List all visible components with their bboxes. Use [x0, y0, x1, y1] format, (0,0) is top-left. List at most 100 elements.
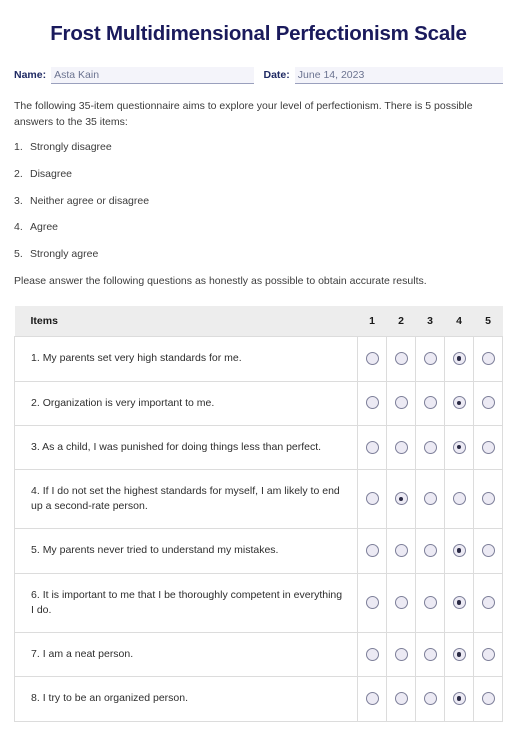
radio-cell-5[interactable] — [473, 424, 503, 470]
radio-cell-5[interactable] — [473, 380, 503, 426]
radio-cell-1[interactable] — [357, 424, 387, 470]
radio-button-2[interactable] — [394, 544, 408, 558]
radio-cell-2[interactable] — [386, 676, 416, 722]
radio-cell-5[interactable] — [473, 676, 503, 722]
radio-cell-4[interactable] — [444, 380, 474, 426]
radio-button-4[interactable] — [452, 352, 466, 366]
radio-button-3[interactable] — [423, 352, 437, 366]
radio-button-5[interactable] — [481, 692, 495, 706]
item-number: 1. — [31, 352, 43, 365]
radio-button-1[interactable] — [365, 396, 379, 410]
radio-cell-2[interactable] — [386, 468, 416, 530]
radio-button-2[interactable] — [394, 492, 408, 506]
radio-button-2[interactable] — [394, 352, 408, 366]
radio-cell-1[interactable] — [357, 632, 387, 678]
radio-cell-3[interactable] — [415, 336, 445, 382]
radio-button-4[interactable] — [452, 544, 466, 558]
radio-cell-2[interactable] — [386, 632, 416, 678]
radio-cell-4[interactable] — [444, 676, 474, 722]
radio-button-2[interactable] — [394, 596, 408, 610]
item-text-cell: 5. My parents never tried to understand … — [14, 528, 358, 574]
item-text-cell: 7. I am a neat person. — [14, 632, 358, 678]
radio-cell-1[interactable] — [357, 572, 387, 634]
radio-cell-1[interactable] — [357, 380, 387, 426]
radio-button-1[interactable] — [365, 440, 379, 454]
answer-option: 1. Strongly disagree — [14, 140, 503, 155]
radio-button-1[interactable] — [365, 352, 379, 366]
radio-button-2[interactable] — [394, 440, 408, 454]
scale-table: Items 1 2 3 4 5 1. My parents set very h… — [14, 306, 503, 722]
radio-button-3[interactable] — [423, 596, 437, 610]
radio-cell-4[interactable] — [444, 572, 474, 634]
radio-button-4[interactable] — [452, 440, 466, 454]
radio-button-5[interactable] — [481, 352, 495, 366]
scale-table-header: Items 1 2 3 4 5 — [14, 306, 503, 337]
radio-button-1[interactable] — [365, 647, 379, 661]
closing-instruction: Please answer the following questions as… — [14, 274, 427, 287]
radio-button-1[interactable] — [365, 492, 379, 506]
table-row: 5. My parents never tried to understand … — [14, 528, 503, 574]
radio-cell-5[interactable] — [473, 336, 503, 382]
radio-button-2[interactable] — [394, 396, 408, 410]
radio-button-4[interactable] — [452, 692, 466, 706]
item-text-cell: 8. I try to be an organized person. — [14, 676, 358, 722]
radio-cell-2[interactable] — [386, 336, 416, 382]
radio-cell-4[interactable] — [444, 336, 474, 382]
radio-cell-2[interactable] — [386, 572, 416, 634]
radio-button-3[interactable] — [423, 492, 437, 506]
radio-button-3[interactable] — [423, 692, 437, 706]
radio-button-2[interactable] — [394, 647, 408, 661]
radio-button-4[interactable] — [452, 647, 466, 661]
radio-cell-2[interactable] — [386, 424, 416, 470]
radio-cell-3[interactable] — [415, 572, 445, 634]
radio-cell-2[interactable] — [386, 528, 416, 574]
item-label: My parents set very high standards for m… — [42, 352, 242, 365]
item-number: 4. — [31, 484, 43, 497]
radio-button-3[interactable] — [423, 647, 437, 661]
radio-cell-1[interactable] — [357, 676, 387, 722]
radio-button-5[interactable] — [481, 396, 495, 410]
item-label: If I do not set the highest standards fo… — [31, 484, 340, 513]
radio-button-4[interactable] — [452, 396, 466, 410]
radio-button-1[interactable] — [365, 692, 379, 706]
radio-cell-3[interactable] — [415, 380, 445, 426]
date-input[interactable]: June 14, 2023 — [294, 66, 503, 84]
name-input[interactable]: Asta Kain — [51, 66, 254, 84]
item-label: I am a neat person. — [42, 648, 134, 661]
answer-option-label: Agree — [30, 221, 59, 234]
radio-cell-5[interactable] — [473, 468, 503, 530]
item-label: It is important to me that I be thorough… — [31, 588, 343, 616]
radio-button-3[interactable] — [423, 440, 437, 454]
radio-button-1[interactable] — [365, 596, 379, 610]
radio-cell-4[interactable] — [444, 468, 474, 530]
radio-cell-4[interactable] — [444, 528, 474, 574]
radio-button-3[interactable] — [423, 396, 437, 410]
radio-button-5[interactable] — [481, 440, 495, 454]
date-label: Date: — [263, 68, 290, 81]
radio-button-2[interactable] — [394, 692, 408, 706]
radio-cell-2[interactable] — [386, 380, 416, 426]
radio-button-5[interactable] — [481, 596, 495, 610]
radio-cell-3[interactable] — [415, 528, 445, 574]
radio-button-3[interactable] — [423, 544, 437, 558]
radio-cell-4[interactable] — [444, 632, 474, 678]
radio-button-5[interactable] — [481, 544, 495, 558]
radio-cell-5[interactable] — [473, 572, 503, 634]
radio-button-5[interactable] — [481, 492, 495, 506]
radio-cell-5[interactable] — [473, 528, 503, 574]
items-column-header: Items — [14, 306, 358, 337]
radio-cell-3[interactable] — [415, 676, 445, 722]
radio-cell-1[interactable] — [357, 468, 387, 530]
radio-cell-5[interactable] — [473, 632, 503, 678]
radio-cell-1[interactable] — [357, 336, 387, 382]
radio-cell-3[interactable] — [415, 424, 445, 470]
radio-cell-4[interactable] — [444, 424, 474, 470]
radio-button-1[interactable] — [365, 544, 379, 558]
name-field-group: Name: Asta Kain — [14, 66, 254, 84]
radio-button-4[interactable] — [452, 596, 466, 610]
radio-cell-3[interactable] — [415, 632, 445, 678]
radio-cell-1[interactable] — [357, 528, 387, 574]
radio-button-4[interactable] — [452, 492, 466, 506]
radio-button-5[interactable] — [481, 647, 495, 661]
radio-cell-3[interactable] — [415, 468, 445, 530]
